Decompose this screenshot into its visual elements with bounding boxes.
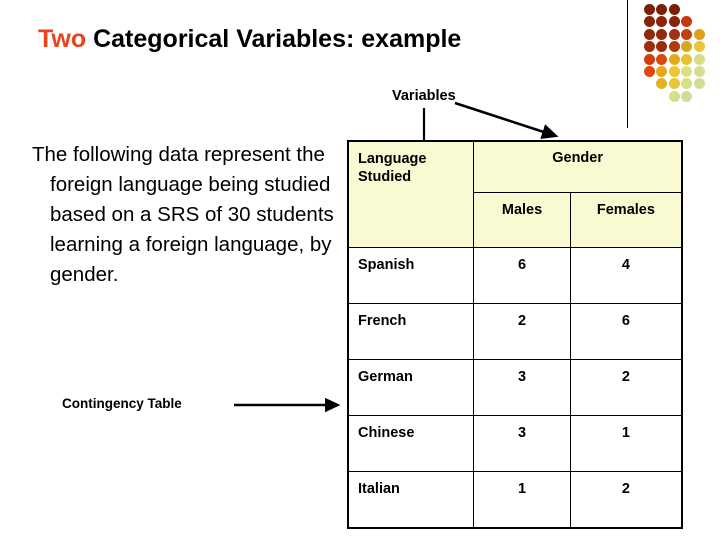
contingency-table: Language Studied Gender Males Females Sp… bbox=[347, 140, 683, 529]
header-males: Males bbox=[473, 192, 571, 248]
decorative-dot bbox=[668, 41, 680, 53]
cell-females: 4 bbox=[569, 247, 683, 304]
decorative-dot bbox=[693, 66, 705, 77]
cell-males: 3 bbox=[473, 415, 571, 472]
table-row: Chinese 3 1 bbox=[347, 415, 683, 472]
decorative-dot bbox=[644, 16, 655, 28]
body-paragraph: The following data represent the foreign… bbox=[32, 143, 334, 286]
header-divider bbox=[627, 0, 628, 128]
table-row: German 3 2 bbox=[347, 359, 683, 416]
decorative-dot bbox=[656, 53, 668, 65]
decorative-dot bbox=[668, 53, 680, 65]
decorative-dot bbox=[693, 28, 705, 40]
decorative-dot bbox=[668, 90, 680, 102]
decorative-dot bbox=[644, 66, 655, 77]
decorative-dot bbox=[656, 78, 668, 90]
cell-females: 6 bbox=[569, 303, 683, 360]
cell-females: 2 bbox=[569, 359, 683, 416]
contingency-table-annotation-label: Contingency Table bbox=[62, 396, 182, 411]
decorative-dot bbox=[668, 16, 680, 28]
title-accent-word: Two bbox=[38, 25, 87, 53]
decorative-dot bbox=[693, 53, 705, 65]
decorative-dot bbox=[681, 53, 693, 65]
decorative-dot bbox=[656, 4, 668, 15]
table-row: French 2 6 bbox=[347, 303, 683, 360]
table-body: Spanish 6 4 French 2 6 German 3 2 Chines… bbox=[347, 247, 683, 529]
cell-males: 6 bbox=[473, 247, 571, 304]
dot-grid-decoration-icon bbox=[644, 4, 708, 116]
cell-females: 2 bbox=[569, 471, 683, 529]
cell-language: German bbox=[347, 359, 475, 416]
table-header-row-primary: Language Studied Gender bbox=[347, 140, 683, 248]
cell-males: 1 bbox=[473, 471, 571, 529]
cell-language: French bbox=[347, 303, 475, 360]
header-females: Females bbox=[569, 192, 683, 248]
decorative-dot bbox=[681, 78, 693, 90]
decorative-dot bbox=[656, 41, 668, 53]
decorative-dot bbox=[644, 41, 655, 53]
decorative-dot bbox=[656, 16, 668, 28]
cell-language: Spanish bbox=[347, 247, 475, 304]
decorative-dot bbox=[681, 90, 693, 102]
decorative-dot bbox=[644, 53, 655, 65]
decorative-dot bbox=[656, 28, 668, 40]
decorative-dot bbox=[668, 28, 680, 40]
header-gender: Gender bbox=[473, 140, 683, 193]
cell-language: Chinese bbox=[347, 415, 475, 472]
cell-males: 2 bbox=[473, 303, 571, 360]
decorative-dot bbox=[656, 66, 668, 77]
variables-annotation-label: Variables bbox=[392, 88, 456, 104]
page-title: Two Categorical Variables: example bbox=[38, 25, 462, 54]
decorative-dot bbox=[681, 28, 693, 40]
decorative-dot bbox=[693, 78, 705, 90]
table-row: Italian 1 2 bbox=[347, 471, 683, 529]
decorative-dot bbox=[668, 78, 680, 90]
slide-canvas: Two Categorical Variables: example The f… bbox=[0, 0, 720, 540]
title-rest: Categorical Variables: example bbox=[86, 25, 462, 53]
table-head: Language Studied Gender Males Females bbox=[347, 140, 683, 248]
table-row: Spanish 6 4 bbox=[347, 247, 683, 304]
decorative-dot bbox=[668, 4, 680, 15]
arrow-variables-to-gender bbox=[454, 101, 559, 140]
header-language-studied: Language Studied bbox=[347, 140, 475, 248]
decorative-dot bbox=[681, 66, 693, 77]
decorative-dot bbox=[681, 41, 693, 53]
cell-females: 1 bbox=[569, 415, 683, 472]
cell-language: Italian bbox=[347, 471, 475, 529]
decorative-dot bbox=[644, 28, 655, 40]
header-language-line1: Language bbox=[358, 151, 427, 167]
decorative-dot bbox=[644, 4, 655, 15]
cell-males: 3 bbox=[473, 359, 571, 416]
decorative-dot bbox=[668, 66, 680, 77]
decorative-dot bbox=[681, 16, 693, 28]
decorative-dot bbox=[693, 41, 705, 53]
header-language-line2: Studied bbox=[358, 169, 412, 185]
